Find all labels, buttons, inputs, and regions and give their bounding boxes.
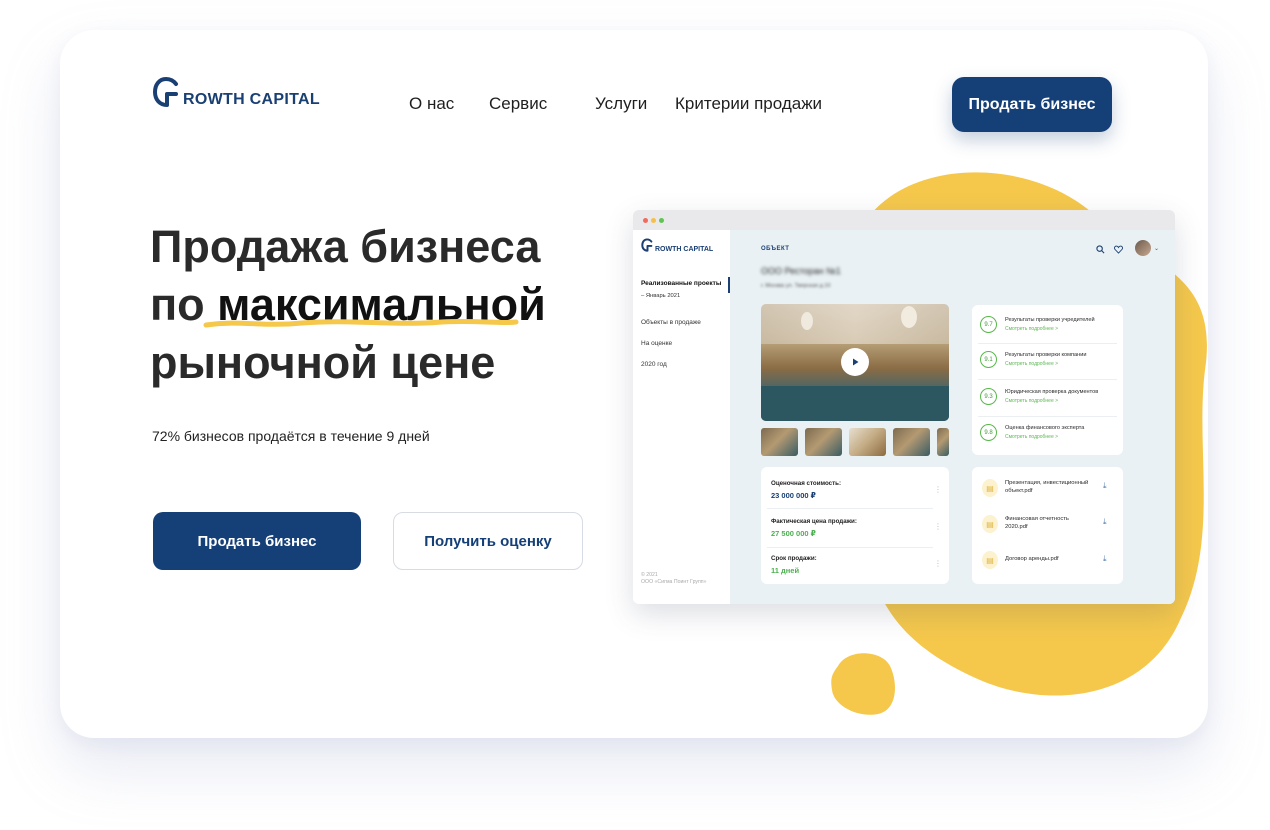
score-badge: 9.3 [980,388,997,405]
copyright-year: © 2021 [641,572,658,578]
sell-business-header-button[interactable]: Продать бизнес [952,77,1112,132]
document-icon: ▤ [982,515,998,533]
price-value: 27 500 000 ₽ [771,529,816,538]
check-title: Оценка финансового эксперта [1005,425,1085,431]
window-maximize-dot [659,218,664,223]
kebab-icon[interactable]: ⋮ [934,485,942,494]
window-minimize-dot [651,218,656,223]
nav-about[interactable]: О нас [409,94,454,114]
divider [978,343,1117,344]
hero-title-line1: Продажа бизнеса [150,221,541,272]
window-close-dot [643,218,648,223]
download-icon[interactable]: ⤓ [1103,481,1107,491]
download-icon[interactable]: ⤓ [1103,554,1107,564]
mockup-object-address: г. Москва ул. Тверская д.10 [761,283,831,289]
check-details-link[interactable]: Смотреть подробнее > [1005,361,1058,367]
highlight-underline [203,318,519,328]
score-badge: 9.8 [980,424,997,441]
hero-subtitle: 72% бизнесов продаётся в течение 9 дней [152,428,430,444]
landing-card: ROWTH CAPITAL О нас Сервис Услуги Критер… [60,30,1208,738]
play-icon [853,358,859,366]
sidebar-item-2020[interactable]: 2020 год [641,361,667,368]
kebab-icon[interactable]: ⋮ [934,559,942,568]
get-valuation-button[interactable]: Получить оценку [393,512,583,570]
document-name-line: Презентация, инвестиционный [1005,480,1089,486]
document-name[interactable]: Презентация, инвестиционный объект.pdf [1005,480,1115,495]
score-badge: 9.7 [980,316,997,333]
chevron-down-icon[interactable]: ⌄ [1154,245,1159,252]
document-name-line: 2020.pdf [1005,523,1028,530]
divider [978,416,1117,417]
price-value: 23 000 000 ₽ [771,491,816,500]
check-title: Юридическая проверка документов [1005,389,1099,395]
sidebar-item-on-valuation[interactable]: На оценке [641,340,672,347]
price-label: Фактическая цена продажи: [771,518,857,525]
score-badge: 9.1 [980,351,997,368]
document-name-line: объект.pdf [1005,487,1033,494]
kebab-icon[interactable]: ⋮ [934,522,942,531]
mockup-copyright: © 2021 ООО «Сигма Поинт Групп» [641,572,707,586]
prices-panel: Оценочная стоимость: 23 000 000 ₽ ⋮ Факт… [761,467,949,584]
price-label: Срок продажи: [771,555,817,562]
photo-ceiling [761,304,949,344]
mockup-object-title: ООО Ресторан №1 [761,266,841,276]
hero-title-line3: рыночной цене [150,337,496,388]
logo[interactable]: ROWTH CAPITAL [152,76,320,110]
sidebar-item-january[interactable]: – Январь 2021 [641,293,680,299]
heart-icon[interactable] [1114,245,1123,254]
nav-service[interactable]: Сервис [489,94,547,114]
document-name[interactable]: Договор аренды.pdf [1005,556,1115,564]
document-icon: ▤ [982,479,998,497]
decor-blob-small [831,653,895,715]
checks-panel: 9.7 Результаты проверки учредителей Смот… [972,305,1123,455]
divider [767,547,933,548]
mockup-logo-g-icon [641,238,653,252]
photo-thumbnail[interactable] [893,428,930,456]
document-icon: ▤ [982,551,998,569]
price-label: Оценочная стоимость: [771,480,842,487]
play-button[interactable] [841,348,869,376]
mockup-sidebar: ROWTH CAPITAL Реализованные проекты – Ян… [633,230,730,604]
check-details-link[interactable]: Смотреть подробнее > [1005,398,1058,404]
divider [767,508,933,509]
sidebar-item-for-sale[interactable]: Объекты в продаже [641,319,701,326]
logo-text: ROWTH CAPITAL [183,91,320,108]
divider [978,379,1117,380]
sell-business-button[interactable]: Продать бизнес [153,512,361,570]
nav-sale-criteria[interactable]: Критерии продажи [675,94,822,114]
object-photo[interactable] [761,304,949,421]
documents-panel: ▤ Презентация, инвестиционный объект.pdf… [972,467,1123,584]
document-name-line: Финансовая отчетность [1005,516,1069,522]
check-details-link[interactable]: Смотреть подробнее > [1005,326,1058,332]
document-name-line: Договор аренды.pdf [1005,556,1059,562]
sidebar-item-realized[interactable]: Реализованные проекты [641,280,721,287]
photo-lamp [901,306,917,328]
logo-g-icon [153,77,178,107]
photo-thumbnail[interactable] [937,428,949,456]
mockup-logo: ROWTH CAPITAL [641,238,713,253]
copyright-company: ООО «Сигма Поинт Групп» [641,579,707,585]
photo-thumbnail[interactable] [849,428,886,456]
mockup-main: ОБЪЕКТ ООО Ресторан №1 г. Москва ул. Тве… [730,230,1175,604]
document-name[interactable]: Финансовая отчетность 2020.pdf [1005,516,1115,531]
download-icon[interactable]: ⤓ [1103,517,1107,527]
price-value: 11 дней [771,566,800,575]
photo-lamp [801,312,813,330]
nav-services[interactable]: Услуги [595,94,647,114]
search-icon[interactable] [1096,245,1105,254]
app-mockup-window: ROWTH CAPITAL Реализованные проекты – Ян… [633,210,1175,604]
window-titlebar [633,210,1175,230]
photo-thumbnail[interactable] [805,428,842,456]
mockup-logo-text: ROWTH CAPITAL [655,246,714,253]
check-details-link[interactable]: Смотреть подробнее > [1005,434,1058,440]
photo-seating [761,386,949,421]
avatar[interactable] [1135,240,1151,256]
check-title: Результаты проверки компании [1005,352,1087,358]
mockup-breadcrumb[interactable]: ОБЪЕКТ [761,246,789,252]
check-title: Результаты проверки учредителей [1005,317,1095,323]
photo-thumbnail[interactable] [761,428,798,456]
